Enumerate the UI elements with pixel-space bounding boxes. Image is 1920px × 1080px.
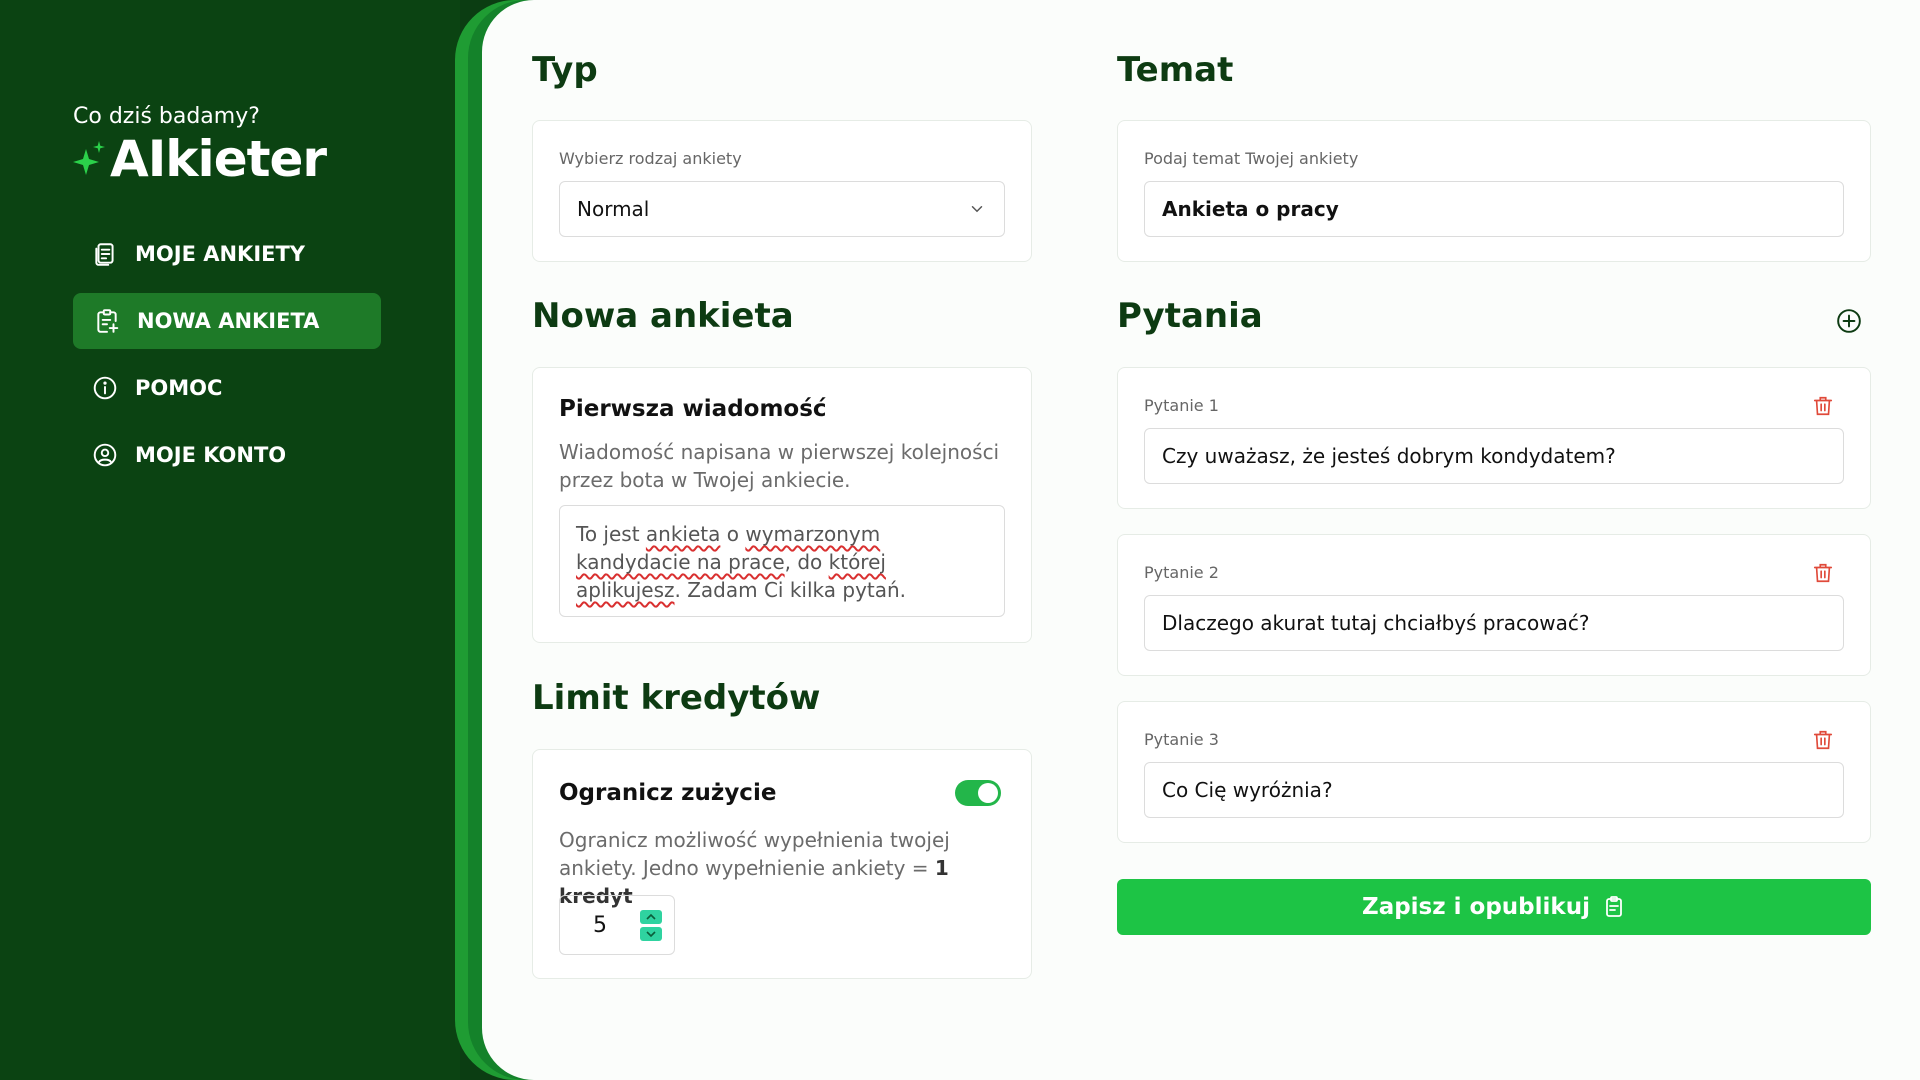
question-input[interactable]: Dlaczego akurat tutaj chciałbyś pracować… <box>1144 595 1844 651</box>
question-card: Pytanie 3 Co Cię wyróżnia? <box>1117 701 1871 843</box>
message-text: kandydacie na prace <box>576 550 785 574</box>
brand-name: AIkieter <box>110 130 327 188</box>
add-question-icon[interactable] <box>1836 308 1862 334</box>
survey-type-select[interactable]: Normal <box>559 181 1005 237</box>
message-text: ankieta <box>645 522 721 546</box>
question-input[interactable]: Czy uważasz, że jesteś dobrym kondydatem… <box>1144 428 1844 484</box>
first-message-card: Pierwsza wiadomość Wiadomość napisana w … <box>532 367 1032 643</box>
sidebar-item-pomoc[interactable]: POMOC <box>73 360 381 416</box>
message-text: To jest <box>576 522 646 546</box>
publish-button-label: Zapisz i opublikuj <box>1362 894 1590 920</box>
stepper-up-button[interactable] <box>640 909 662 924</box>
sidebar-item-moje-konto[interactable]: MOJE KONTO <box>73 427 381 483</box>
first-message-description: Wiadomość napisana w pierwszej kolejnośc… <box>559 440 1000 492</box>
sidebar-item-label: POMOC <box>135 376 223 400</box>
limit-card: Ogranicz zużycie Ogranicz możliwość wype… <box>532 749 1032 979</box>
limit-toggle[interactable] <box>955 780 1001 806</box>
chevron-down-icon <box>646 930 656 937</box>
sidebar-item-nowa-ankieta[interactable]: NOWA ANKIETA <box>73 293 381 349</box>
question-label: Pytanie 3 <box>1144 730 1219 749</box>
first-message-title: Pierwsza wiadomość <box>559 396 827 422</box>
credit-limit-value: 5 <box>593 912 607 938</box>
trash-icon[interactable] <box>1812 394 1834 418</box>
sidebar-nav: MOJE ANKIETY NOWA ANKIETA POMOC MOJE KON… <box>73 226 381 494</box>
stepper-down-button[interactable] <box>640 926 662 941</box>
question-label: Pytanie 1 <box>1144 396 1219 415</box>
credit-limit-stepper[interactable]: 5 <box>559 895 675 955</box>
user-circle-icon <box>91 441 119 469</box>
sidebar-item-label: NOWA ANKIETA <box>137 309 320 333</box>
sparkle-icon <box>73 141 105 175</box>
sidebar-item-label: MOJE ANKIETY <box>135 242 306 266</box>
chevron-down-icon <box>971 206 983 213</box>
trash-icon[interactable] <box>1812 728 1834 752</box>
sidebar-item-label: MOJE KONTO <box>135 443 287 467</box>
brand-logo[interactable]: AIkieter <box>72 130 327 188</box>
chevron-up-icon <box>646 913 656 920</box>
topic-input[interactable]: Ankieta o pracy <box>1144 181 1844 237</box>
nowa-ankieta-heading: Nowa ankieta <box>532 296 794 336</box>
pytania-heading: Pytania <box>1117 296 1263 336</box>
limit-description-text: Ogranicz możliwość wypełnienia twojej an… <box>559 828 950 880</box>
temat-card: Podaj temat Twojej ankiety Ankieta o pra… <box>1117 120 1871 262</box>
message-text: wymarzonym <box>745 522 881 546</box>
typ-label: Wybierz rodzaj ankiety <box>559 149 742 168</box>
limit-heading: Limit kredytów <box>532 678 821 718</box>
sidebar: Co dziś badamy? AIkieter MOJE ANKIETY NO… <box>0 0 460 1080</box>
question-card: Pytanie 1 Czy uważasz, że jesteś dobrym … <box>1117 367 1871 509</box>
question-input[interactable]: Co Cię wyróżnia? <box>1144 762 1844 818</box>
survey-type-value: Normal <box>577 197 650 221</box>
limit-title: Ogranicz zużycie <box>559 780 777 806</box>
document-list-icon <box>91 240 119 268</box>
first-message-textarea[interactable]: To jest ankieta o wymarzonym kandydacie … <box>559 505 1005 617</box>
publish-button[interactable]: Zapisz i opublikuj <box>1117 879 1871 935</box>
typ-heading: Typ <box>532 50 598 90</box>
question-card: Pytanie 2 Dlaczego akurat tutaj chciałby… <box>1117 534 1871 676</box>
info-icon <box>91 374 119 402</box>
trash-icon[interactable] <box>1812 561 1834 585</box>
clipboard-check-icon <box>1606 896 1622 917</box>
temat-heading: Temat <box>1117 50 1234 90</box>
clipboard-add-icon <box>93 307 121 335</box>
message-text: , do <box>784 550 829 574</box>
sidebar-item-moje-ankiety[interactable]: MOJE ANKIETY <box>73 226 381 282</box>
message-text: o <box>720 522 746 546</box>
temat-label: Podaj temat Twojej ankiety <box>1144 149 1359 168</box>
question-label: Pytanie 2 <box>1144 563 1219 582</box>
tagline: Co dziś badamy? <box>73 104 260 129</box>
typ-card: Wybierz rodzaj ankiety Normal <box>532 120 1032 262</box>
message-text: . Zadam Ci kilka pytań. <box>674 578 907 602</box>
